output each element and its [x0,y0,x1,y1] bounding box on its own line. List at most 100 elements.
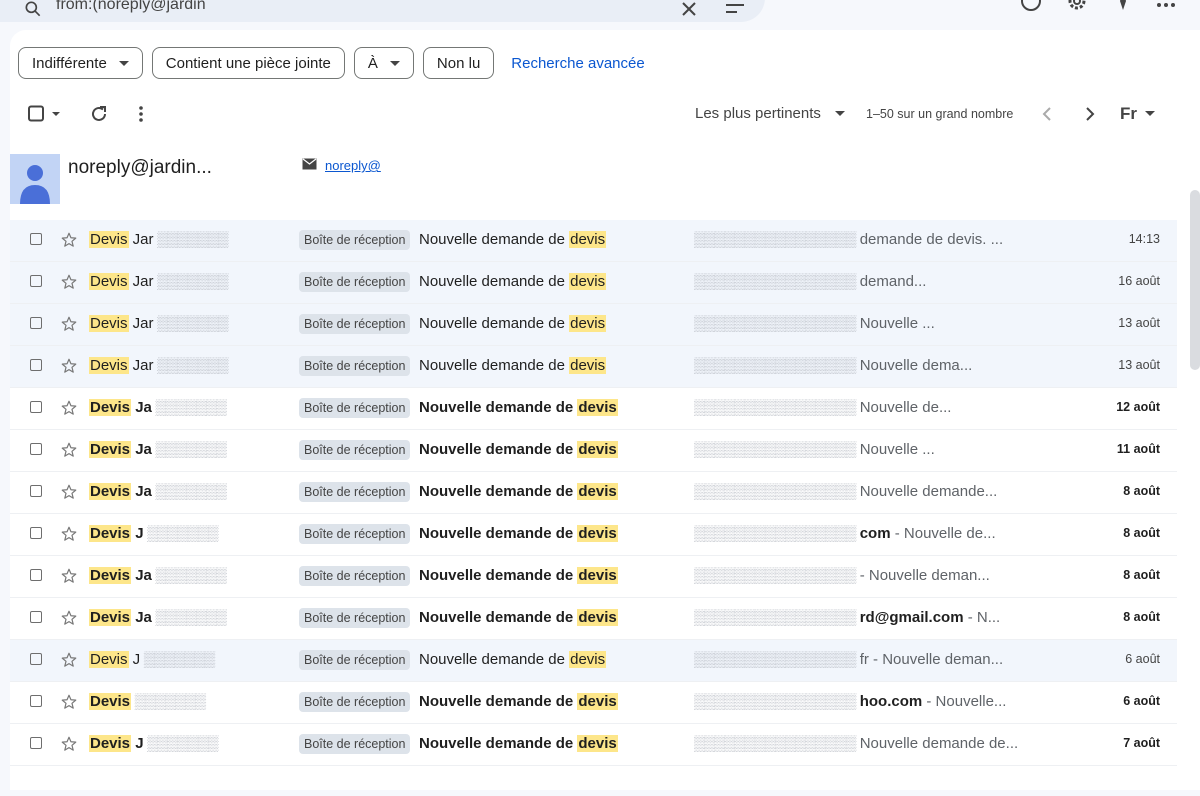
row-checkbox[interactable] [30,443,42,455]
email-subject: Nouvelle demande de devis [419,693,618,710]
inbox-label[interactable]: Boîte de réception [299,356,411,376]
inbox-label[interactable]: Boîte de réception [299,692,411,712]
email-date: 8 août [1123,568,1160,582]
inbox-label[interactable]: Boîte de réception [299,734,411,754]
star-icon[interactable] [60,651,78,669]
sender-name: Devis ▒▒▒▒▒▒▒ [89,693,294,710]
search-icon[interactable] [22,0,44,20]
row-checkbox[interactable] [30,611,42,623]
inbox-label[interactable]: Boîte de réception [299,272,411,292]
star-icon[interactable] [60,357,78,375]
input-tools-label: Fr [1120,104,1137,123]
email-row[interactable]: Devis J ▒▒▒▒▒▒▒ Boîte de réception Nouve… [10,724,1177,766]
star-icon[interactable] [60,693,78,711]
close-icon[interactable] [678,0,700,20]
email-date: 7 août [1123,736,1160,750]
star-icon[interactable] [60,483,78,501]
star-icon[interactable] [60,567,78,585]
row-checkbox[interactable] [30,653,42,665]
inbox-label[interactable]: Boîte de réception [299,524,411,544]
star-icon[interactable] [60,735,78,753]
refresh-icon[interactable] [90,102,108,126]
inbox-label[interactable]: Boîte de réception [299,482,411,502]
inbox-label[interactable]: Boîte de réception [299,440,411,460]
settings-gear-icon[interactable] [1066,0,1088,12]
chevron-down-icon [834,111,845,116]
subject-highlight: devis [577,525,618,542]
row-checkbox[interactable] [30,527,42,539]
email-row[interactable]: Devis Ja ▒▒▒▒▒▒▒ Boîte de réception Nouv… [10,430,1177,472]
snippet-post: - Nouvelle deman... [859,567,990,584]
email-row[interactable]: Devis ▒▒▒▒▒▒▒ Boîte de réception Nouvell… [10,682,1177,724]
star-icon[interactable] [60,609,78,627]
contact-email-link[interactable]: noreply@ [325,158,381,173]
email-row[interactable]: Devis J ▒▒▒▒▒▒▒ Boîte de réception Nouve… [10,514,1177,556]
input-tools-button[interactable]: Fr [1120,102,1155,126]
email-row[interactable]: Devis Ja ▒▒▒▒▒▒▒ Boîte de réception Nouv… [10,472,1177,514]
row-checkbox[interactable] [30,401,42,413]
subject-highlight: devis [569,357,607,374]
row-checkbox[interactable] [30,737,42,749]
email-row[interactable]: Devis Jar ▒▒▒▒▒▒▒ Boîte de réception Nou… [10,220,1177,262]
row-checkbox[interactable] [30,275,42,287]
row-checkbox[interactable] [30,233,42,245]
select-all-checkbox[interactable] [28,102,64,126]
scrollbar[interactable] [1190,190,1200,370]
star-icon[interactable] [60,273,78,291]
email-snippet: ▒▒▒▒▒▒▒▒▒▒▒▒▒▒▒▒ Nouvelle ... [694,441,1066,458]
sender-name: Devis Ja ▒▒▒▒▒▒▒ [89,483,294,500]
inbox-label[interactable]: Boîte de réception [299,608,411,628]
subject-highlight: devis [577,567,618,584]
row-checkbox[interactable] [30,485,42,497]
chip-sender[interactable]: Indifférente [18,47,143,79]
redacted-text: ▒▒▒▒▒▒▒ [151,483,227,500]
star-icon[interactable] [60,315,78,333]
sort-dropdown[interactable]: Les plus pertinents [695,105,845,122]
inbox-label[interactable]: Boîte de réception [299,650,411,670]
inbox-label[interactable]: Boîte de réception [299,398,411,418]
search-bar[interactable]: from:(noreply@jardin [0,0,765,22]
star-icon[interactable] [60,231,78,249]
contact-email[interactable]: noreply@ [302,158,381,173]
avatar[interactable] [10,154,60,204]
email-row[interactable]: Devis Ja ▒▒▒▒▒▒▒ Boîte de réception Nouv… [10,556,1177,598]
star-icon[interactable] [60,399,78,417]
next-page-icon[interactable] [1085,102,1095,126]
row-checkbox[interactable] [30,317,42,329]
sender-highlight: Devis [89,357,129,374]
redacted-text: ▒▒▒▒▒▒▒▒▒▒▒▒▒▒▒▒ [694,609,860,626]
chip-has-attachment[interactable]: Contient une pièce jointe [151,47,345,79]
advanced-search-link[interactable]: Recherche avancée [511,55,644,72]
inbox-label[interactable]: Boîte de réception [299,566,411,586]
email-row[interactable]: Devis Ja ▒▒▒▒▒▒▒ Boîte de réception Nouv… [10,388,1177,430]
snippet-bold: rd@gmail.com [859,609,964,626]
chip-unread[interactable]: Non lu [422,47,495,79]
search-input[interactable]: from:(noreply@jardin [56,0,206,14]
star-icon[interactable] [60,441,78,459]
email-row[interactable]: Devis J ▒▒▒▒▒▒▒ Boîte de réception Nouve… [10,640,1177,682]
email-row[interactable]: Devis Jar ▒▒▒▒▒▒▒ Boîte de réception Nou… [10,262,1177,304]
email-row[interactable]: Devis Ja ▒▒▒▒▒▒▒ Boîte de réception Nouv… [10,598,1177,640]
email-subject: Nouvelle demande de devis [419,483,618,500]
star-icon[interactable] [60,525,78,543]
prev-page-icon[interactable] [1042,102,1052,126]
sender-highlight: Devis [89,483,132,500]
email-row[interactable]: Devis Jar ▒▒▒▒▒▒▒ Boîte de réception Nou… [10,304,1177,346]
chip-to[interactable]: À [353,47,414,79]
row-checkbox[interactable] [30,695,42,707]
more-vert-icon[interactable] [135,102,147,126]
row-checkbox[interactable] [30,569,42,581]
gemini-icon[interactable] [1112,0,1134,12]
email-subject: Nouvelle demande de devis [419,357,607,374]
sender-highlight: Devis [89,567,132,584]
chevron-down-icon [118,60,129,66]
email-row[interactable]: Devis Jar ▒▒▒▒▒▒▒ Boîte de réception Nou… [10,346,1177,388]
help-icon[interactable] [1020,0,1042,12]
subject-text: Nouvelle demande de [419,735,578,752]
inbox-label[interactable]: Boîte de réception [299,230,411,250]
inbox-label[interactable]: Boîte de réception [299,314,411,334]
row-checkbox[interactable] [30,359,42,371]
search-options-icon[interactable] [724,0,746,20]
sender-name: Devis Ja ▒▒▒▒▒▒▒ [89,609,294,626]
apps-grid-icon[interactable] [1155,0,1177,12]
